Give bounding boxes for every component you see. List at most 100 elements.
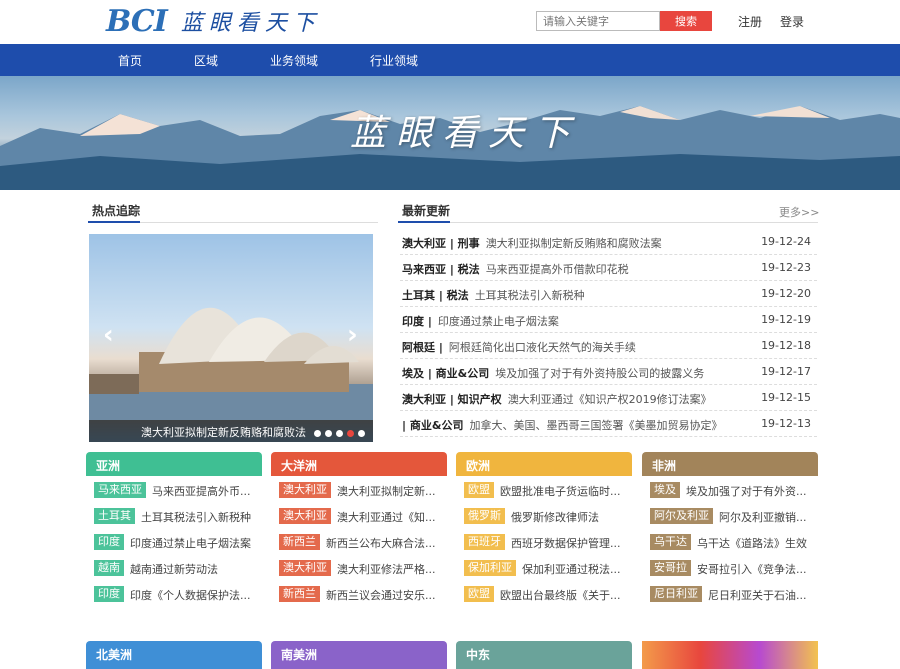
region-news-title[interactable]: 澳大利亚拟制定新...: [337, 483, 436, 499]
news-item[interactable]: 土耳其 | 税法 土耳其税法引入新税种 19-12-20: [400, 281, 817, 307]
country-tag[interactable]: 欧盟: [464, 482, 494, 498]
region-news-title[interactable]: 新西兰议会通过安乐...: [326, 587, 436, 603]
news-title[interactable]: 埃及加强了对于有外资持股公司的披露义务: [495, 367, 704, 380]
region-news-item[interactable]: 保加利亚 保加利亚通过税法...: [456, 554, 632, 580]
more-link[interactable]: 更多>>: [779, 204, 819, 220]
region-news-title[interactable]: 越南通过新劳动法: [130, 561, 218, 577]
country-tag[interactable]: 安哥拉: [650, 560, 691, 576]
region-news-title[interactable]: 尼日利亚关于石油...: [708, 587, 807, 603]
region-news-item[interactable]: 马来西亚 马来西亚提高外币...: [86, 476, 262, 502]
country-tag[interactable]: 印度: [94, 586, 124, 602]
slide-dot[interactable]: [358, 430, 365, 437]
site-logo[interactable]: BCI 蓝眼看天下: [106, 4, 321, 39]
country-tag[interactable]: 西班牙: [464, 534, 505, 550]
country-tag[interactable]: 保加利亚: [464, 560, 516, 576]
country-tag[interactable]: 澳大利亚: [279, 560, 331, 576]
region-news-title[interactable]: 欧盟批准电子货运临时...: [500, 483, 621, 499]
nav-industry[interactable]: 行业领域: [370, 52, 418, 69]
region-news-item[interactable]: 俄罗斯 俄罗斯修改律师法: [456, 502, 632, 528]
news-item[interactable]: 澳大利亚 | 知识产权 澳大利亚通过《知识产权2019修订法案》 19-12-15: [400, 385, 817, 411]
country-tag[interactable]: 马来西亚: [94, 482, 146, 498]
region-news-item[interactable]: 阿尔及利亚 阿尔及利亚撤销...: [642, 502, 818, 528]
region-news-title[interactable]: 俄罗斯修改律师法: [511, 509, 599, 525]
region-news-title[interactable]: 新西兰公布大麻合法...: [326, 535, 436, 551]
news-item[interactable]: 马来西亚 | 税法 马来西亚提高外币借款印花税 19-12-23: [400, 255, 817, 281]
region-box-title[interactable]: 大洋洲: [271, 452, 447, 476]
region-news-item[interactable]: 澳大利亚 澳大利亚修法严格...: [271, 554, 447, 580]
search-button[interactable]: 搜索: [660, 11, 712, 31]
news-item[interactable]: | 商业&公司 加拿大、美国、墨西哥三国签署《美墨加贸易协定》 19-12-13: [400, 411, 817, 437]
region-news-title[interactable]: 马来西亚提高外币...: [152, 483, 251, 499]
nav-region[interactable]: 区域: [194, 52, 218, 69]
country-tag[interactable]: 埃及: [650, 482, 680, 498]
region-box-title[interactable]: 非洲: [642, 452, 818, 476]
region-news-item[interactable]: 澳大利亚 澳大利亚通过《知...: [271, 502, 447, 528]
region-news-item[interactable]: 尼日利亚 尼日利亚关于石油...: [642, 580, 818, 606]
slide-dot[interactable]: [336, 430, 343, 437]
region-news-item[interactable]: 乌干达 乌干达《道路法》生效: [642, 528, 818, 554]
region-news-item[interactable]: 印度 印度《个人数据保护法...: [86, 580, 262, 606]
news-title[interactable]: 印度通过禁止电子烟法案: [438, 315, 559, 328]
region-news-item[interactable]: 西班牙 西班牙数据保护管理...: [456, 528, 632, 554]
region-news-item[interactable]: 安哥拉 安哥拉引入《竞争法...: [642, 554, 818, 580]
country-tag[interactable]: 乌干达: [650, 534, 691, 550]
news-item[interactable]: 澳大利亚 | 刑事 澳大利亚拟制定新反贿赂和腐败法案 19-12-24: [400, 229, 817, 255]
country-tag[interactable]: 尼日利亚: [650, 586, 702, 602]
region-news-item[interactable]: 澳大利亚 澳大利亚拟制定新...: [271, 476, 447, 502]
country-tag[interactable]: 新西兰: [279, 534, 320, 550]
region-news-item[interactable]: 埃及 埃及加强了对于有外资...: [642, 476, 818, 502]
news-item[interactable]: 阿根廷 | 阿根廷简化出口液化天然气的海关手续 19-12-18: [400, 333, 817, 359]
country-tag[interactable]: 阿尔及利亚: [650, 508, 713, 524]
region-news-item[interactable]: 土耳其 土耳其税法引入新税种: [86, 502, 262, 528]
country-tag[interactable]: 俄罗斯: [464, 508, 505, 524]
region-news-title[interactable]: 澳大利亚通过《知...: [337, 509, 436, 525]
country-tag[interactable]: 澳大利亚: [279, 508, 331, 524]
country-tag[interactable]: 澳大利亚: [279, 482, 331, 498]
region-box-title[interactable]: 中东: [456, 641, 632, 669]
news-item[interactable]: 印度 | 印度通过禁止电子烟法案 19-12-19: [400, 307, 817, 333]
region-news-title[interactable]: 埃及加强了对于有外资...: [686, 483, 807, 499]
region-news-title[interactable]: 安哥拉引入《竞争法...: [697, 561, 807, 577]
region-box-title[interactable]: 亚洲: [86, 452, 262, 476]
slide-dot-active[interactable]: [347, 430, 354, 437]
region-news-title[interactable]: 土耳其税法引入新税种: [141, 509, 251, 525]
news-title[interactable]: 加拿大、美国、墨西哥三国签署《美墨加贸易协定》: [469, 419, 722, 432]
slide-next-icon[interactable]: ›: [347, 320, 358, 350]
region-news-item[interactable]: 新西兰 新西兰公布大麻合法...: [271, 528, 447, 554]
country-tag[interactable]: 印度: [94, 534, 124, 550]
region-news-title[interactable]: 西班牙数据保护管理...: [511, 535, 621, 551]
region-news-item[interactable]: 欧盟 欧盟批准电子货运临时...: [456, 476, 632, 502]
region-news-title[interactable]: 印度通过禁止电子烟法案: [130, 535, 251, 551]
news-item[interactable]: 埃及 | 商业&公司 埃及加强了对于有外资持股公司的披露义务 19-12-17: [400, 359, 817, 385]
country-tag[interactable]: 越南: [94, 560, 124, 576]
region-news-title[interactable]: 保加利亚通过税法...: [522, 561, 621, 577]
hot-slideshow[interactable]: ‹ › 澳大利亚拟制定新反贿赂和腐败法: [89, 234, 373, 442]
slide-dot[interactable]: [314, 430, 321, 437]
region-news-title[interactable]: 乌干达《道路法》生效: [697, 535, 807, 551]
country-tag[interactable]: 欧盟: [464, 586, 494, 602]
region-image-tile[interactable]: [642, 641, 818, 669]
region-news-title[interactable]: 阿尔及利亚撤销...: [719, 509, 807, 525]
region-box-title[interactable]: 北美洲: [86, 641, 262, 669]
nav-home[interactable]: 首页: [118, 52, 142, 69]
login-link[interactable]: 登录: [780, 13, 804, 30]
region-box-title[interactable]: 南美洲: [271, 641, 447, 669]
country-tag[interactable]: 土耳其: [94, 508, 135, 524]
search-input[interactable]: [536, 11, 660, 31]
region-box-title[interactable]: 欧洲: [456, 452, 632, 476]
slide-prev-icon[interactable]: ‹: [103, 320, 114, 350]
region-news-item[interactable]: 印度 印度通过禁止电子烟法案: [86, 528, 262, 554]
register-link[interactable]: 注册: [738, 13, 762, 30]
region-news-item[interactable]: 新西兰 新西兰议会通过安乐...: [271, 580, 447, 606]
news-title[interactable]: 澳大利亚通过《知识产权2019修订法案》: [508, 393, 712, 406]
region-news-title[interactable]: 欧盟出台最终版《关于...: [500, 587, 621, 603]
region-news-item[interactable]: 越南 越南通过新劳动法: [86, 554, 262, 580]
slide-dot[interactable]: [325, 430, 332, 437]
news-title[interactable]: 土耳其税法引入新税种: [475, 289, 585, 302]
news-title[interactable]: 阿根廷简化出口液化天然气的海关手续: [449, 341, 636, 354]
nav-business[interactable]: 业务领域: [270, 52, 318, 69]
region-news-title[interactable]: 澳大利亚修法严格...: [337, 561, 436, 577]
news-title[interactable]: 澳大利亚拟制定新反贿赂和腐败法案: [486, 237, 662, 250]
country-tag[interactable]: 新西兰: [279, 586, 320, 602]
region-news-item[interactable]: 欧盟 欧盟出台最终版《关于...: [456, 580, 632, 606]
